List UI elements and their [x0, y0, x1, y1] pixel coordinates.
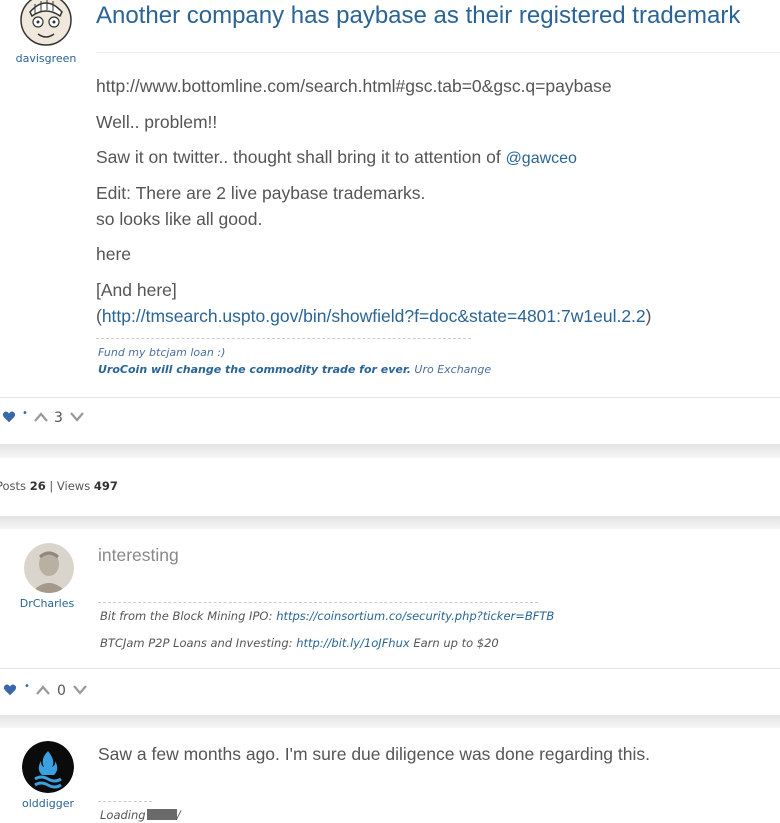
author-column: davisgreen: [0, 0, 94, 65]
post-body: Saw a few months ago. I'm sure due dilig…: [98, 744, 650, 764]
author-name[interactable]: olddigger: [2, 797, 94, 810]
bottomline-link[interactable]: http://www.bottomline.com/search.html#gs…: [96, 76, 612, 97]
loading-text: Loading: [100, 808, 146, 822]
avatar-drcharles[interactable]: [24, 543, 74, 593]
sig-bitly-link[interactable]: http://bit.ly/1oJFhux: [296, 636, 410, 650]
topic-stats: Posts 26 | Views 497: [0, 479, 118, 493]
title-divider: [96, 52, 780, 53]
post-line-problem: Well.. problem!!: [96, 112, 218, 132]
post-separator: [0, 517, 780, 529]
here-link[interactable]: here: [96, 244, 131, 265]
post-edit-line1: Edit: There are 2 live paybase trademark…: [96, 183, 426, 203]
posts-label: Posts: [0, 479, 27, 493]
post-edit-line2: so looks like all good.: [96, 209, 263, 229]
author-column: DrCharles: [0, 543, 94, 610]
heart-icon[interactable]: [2, 410, 16, 424]
sig-btcjam-link[interactable]: Fund my btcjam loan :): [98, 346, 225, 359]
post-body: interesting: [98, 545, 179, 565]
avatar-davisgreen[interactable]: [20, 0, 72, 48]
post-uspto-line: (http://tmsearch.uspto.gov/bin/showfield…: [96, 306, 651, 327]
sig-coinsortium-link[interactable]: https://coinsortium.co/security.php?tick…: [276, 609, 554, 623]
author-name[interactable]: DrCharles: [0, 597, 94, 610]
post-separator: [0, 444, 780, 458]
downvote-icon[interactable]: [70, 412, 84, 422]
posts-count: 26: [29, 479, 46, 493]
uspto-link[interactable]: http://tmsearch.uspto.gov/bin/showfield?…: [102, 306, 646, 326]
sig-btcjam-text: BTCJam P2P Loans and Investing:: [100, 636, 293, 650]
author-column: olddigger: [0, 741, 94, 810]
twitter-text: Saw it on twitter.. thought shall bring …: [96, 147, 501, 167]
post-vote-bar: • 3: [0, 397, 780, 438]
sig-uro-exchange-link[interactable]: Uro Exchange: [414, 363, 491, 376]
post-and-here: [And here]: [96, 280, 177, 300]
post-line-twitter: Saw it on twitter.. thought shall bring …: [96, 147, 577, 168]
sig-earn-text: Earn up to $20: [413, 636, 499, 650]
post-drcharles: DrCharles interesting Bit from the Block…: [0, 529, 780, 715]
topic-title: Another company has paybase as their reg…: [96, 2, 741, 29]
vote-count: 3: [54, 410, 63, 426]
downvote-icon[interactable]: [73, 685, 87, 695]
upvote-icon[interactable]: [34, 412, 48, 422]
sig-mining-text: Bit from the Block Mining IPO:: [100, 609, 273, 623]
loading-bar: [146, 809, 177, 820]
post-olddigger: olddigger Saw a few months ago. I'm sure…: [0, 728, 780, 823]
post-davisgreen: davisgreen Another company has paybase a…: [0, 0, 780, 444]
post-separator: [0, 715, 780, 728]
sig-line-mining: Bit from the Block Mining IPO: https://c…: [100, 609, 554, 623]
separator-dot: •: [22, 408, 28, 419]
sig-loading: Loading /: [100, 808, 180, 822]
author-name[interactable]: davisgreen: [0, 52, 94, 65]
mention-gawceo[interactable]: @gawceo: [506, 150, 577, 167]
vote-count: 0: [57, 683, 66, 699]
separator-dot: •: [24, 681, 30, 692]
sig-urocoin: UroCoin will change the commodity trade …: [98, 363, 491, 376]
topic-stats-panel: Posts 26 | Views 497: [0, 458, 780, 517]
avatar-olddigger[interactable]: [22, 741, 74, 793]
views-label: Views: [56, 479, 91, 493]
heart-icon[interactable]: [3, 683, 17, 697]
signature-divider: [96, 338, 471, 339]
post-vote-bar: • 0: [0, 668, 780, 709]
views-count: 497: [93, 479, 118, 493]
close-paren: ): [645, 306, 652, 326]
signature-divider: [98, 801, 152, 802]
sig-urocoin-link[interactable]: UroCoin will change the commodity trade …: [98, 363, 411, 376]
sig-line-btcjam: BTCJam P2P Loans and Investing: http://b…: [100, 636, 499, 650]
stats-separator: |: [49, 479, 54, 493]
loading-tail: /: [176, 808, 181, 822]
signature-divider: [98, 602, 538, 603]
upvote-icon[interactable]: [36, 685, 50, 695]
